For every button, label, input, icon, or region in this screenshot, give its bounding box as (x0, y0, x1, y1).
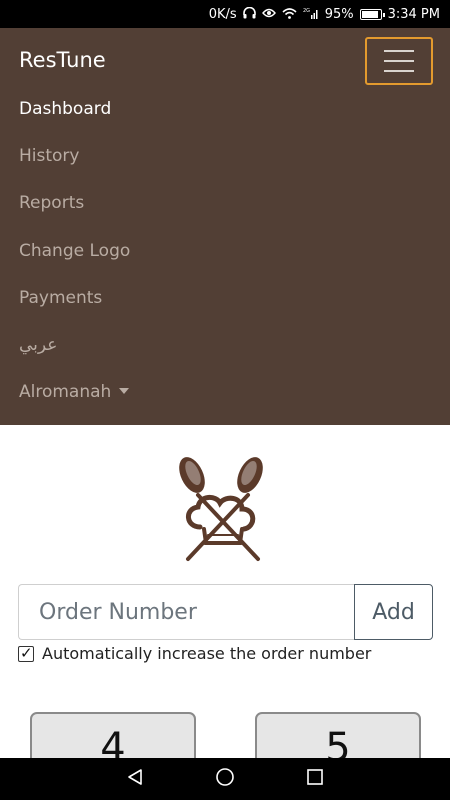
headphones-icon (242, 6, 256, 21)
nav-item-reports[interactable]: Reports (19, 192, 130, 239)
back-icon[interactable] (126, 768, 144, 790)
network-speed: 0K/s (208, 6, 237, 22)
nav-item-dashboard[interactable]: Dashboard (19, 98, 130, 145)
nav-item-language[interactable]: عربي (19, 334, 130, 381)
spoons-chef-hat-logo (179, 457, 263, 561)
eye-icon (261, 8, 276, 20)
status-bar: 0K/s 2G 95% 3:34 PM (0, 0, 450, 28)
recents-icon[interactable] (306, 768, 324, 790)
hamburger-menu-icon[interactable] (365, 37, 433, 85)
battery-percent: 95% (324, 6, 354, 22)
hamburger-line (384, 70, 414, 72)
battery-icon (359, 8, 385, 20)
order-number-input[interactable] (18, 584, 354, 640)
order-input-group: Add (18, 584, 433, 640)
hamburger-line (384, 50, 414, 52)
caret-down-icon (119, 388, 130, 395)
svg-text:2G: 2G (303, 8, 310, 14)
nav-item-history[interactable]: History (19, 145, 130, 192)
nav-menu: Dashboard History Reports Change Logo Pa… (19, 98, 130, 428)
clock: 3:34 PM (387, 6, 440, 22)
nav-item-change-logo[interactable]: Change Logo (19, 240, 130, 287)
wifi-icon (282, 7, 297, 21)
nav-item-account-dropdown[interactable]: Alromanah (19, 381, 130, 428)
auto-increase-label[interactable]: Automatically increase the order number (42, 644, 371, 663)
android-nav-bar (0, 758, 450, 800)
signal-icon: 2G (303, 7, 319, 21)
hamburger-line (384, 60, 414, 62)
auto-increase-row: Automatically increase the order number (18, 644, 371, 663)
nav-item-payments[interactable]: Payments (19, 287, 130, 334)
navbar: ResTune Dashboard History Reports Change… (0, 28, 450, 425)
account-name: Alromanah (19, 382, 112, 403)
home-icon[interactable] (215, 767, 235, 791)
auto-increase-checkbox[interactable] (18, 644, 34, 662)
brand-title[interactable]: ResTune (19, 48, 106, 72)
add-button[interactable]: Add (354, 584, 433, 640)
main-content: Add Automatically increase the order num… (0, 425, 450, 772)
